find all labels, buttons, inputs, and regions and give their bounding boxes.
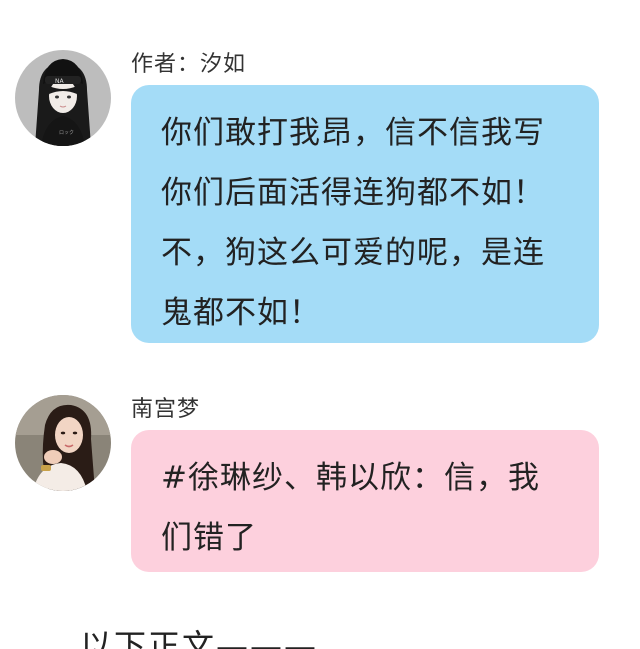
section-divider-text: 以下正文——— (80, 627, 319, 649)
message-bubble[interactable]: 你们敢打我昂，信不信我写你们后面活得连狗都不如！不，狗这么可爱的呢，是连鬼都不如… (131, 85, 599, 343)
svg-text:NA: NA (55, 78, 64, 85)
author-name: 作者：汐如 (131, 52, 247, 77)
girl-beanie-avatar-icon[interactable]: NA ロック (15, 50, 111, 146)
svg-text:ロック: ロック (59, 130, 74, 136)
message-bubble[interactable]: #徐琳纱、韩以欣：信，我们错了 (131, 430, 599, 572)
chat-thread: NA ロック 作者：汐如 你们敢打我昂，信不信我写你们后面活得连狗都不如！不，狗… (0, 0, 640, 649)
author-name: 南宫梦 (131, 397, 201, 422)
woman-portrait-avatar-icon[interactable] (15, 395, 111, 491)
